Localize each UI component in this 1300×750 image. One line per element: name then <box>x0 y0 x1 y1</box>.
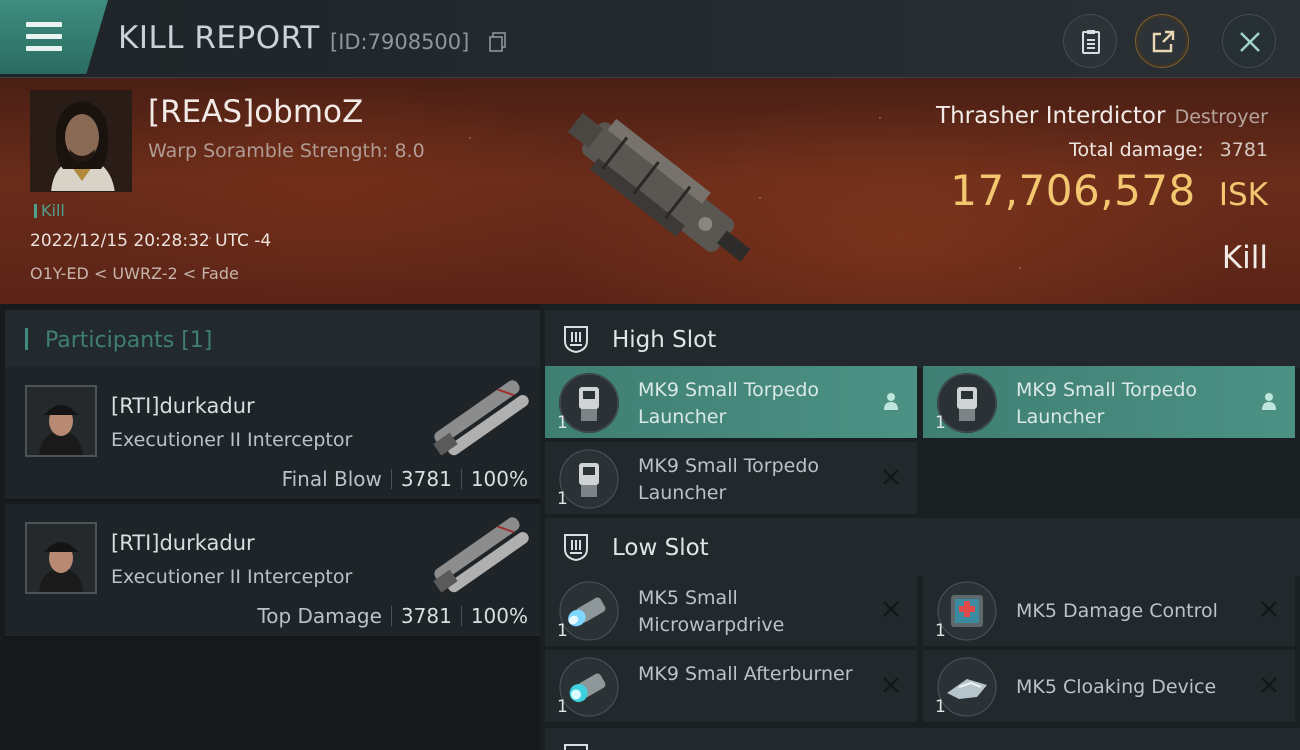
close-button[interactable] <box>1222 14 1276 68</box>
clipboard-icon <box>1082 30 1100 54</box>
module-card[interactable]: 1 MK5 Damage Control <box>923 574 1295 646</box>
isk-unit: ISK <box>1218 177 1268 213</box>
participant-role: Top Damage <box>257 604 382 628</box>
afterburner-icon <box>559 657 619 717</box>
top-bar: KILL REPORT [ID:7908500] <box>0 0 1300 78</box>
module-quantity: 1 <box>557 697 568 717</box>
clipboard-button[interactable] <box>1063 14 1117 68</box>
victim-subtitle: Warp Soramble Strength: 8.0 <box>148 140 425 162</box>
module-quantity: 1 <box>935 621 946 641</box>
module-quantity: 1 <box>557 489 568 509</box>
module-name: MK9 Small Torpedo Launcher <box>638 379 820 428</box>
module-quantity: 1 <box>557 621 568 641</box>
participant-avatar <box>25 522 97 594</box>
close-icon <box>883 677 899 693</box>
torpedo-launcher-icon <box>559 373 619 433</box>
share-button[interactable] <box>1135 14 1189 68</box>
module-name: MK9 Small Torpedo Launcher <box>638 455 820 504</box>
participants-title: Participants [1] <box>45 328 213 353</box>
participant-ship-image <box>433 380 529 456</box>
participants-panel: Participants [1] [RTI]durkadur Execution… <box>0 304 540 750</box>
participant-avatar <box>25 385 97 457</box>
module-name: MK5 Damage Control <box>1016 600 1218 622</box>
person-icon <box>1262 393 1276 410</box>
participant-ship-image <box>433 517 529 593</box>
ship-class: Destroyer <box>1174 106 1268 128</box>
participant-ship: Executioner II Interceptor <box>111 566 353 588</box>
module-card[interactable]: 1 MK9 Small Torpedo Launcher <box>923 366 1295 438</box>
participant-ship: Executioner II Interceptor <box>111 429 353 451</box>
copy-icon[interactable] <box>489 32 507 52</box>
slot-shield-icon <box>564 534 588 562</box>
module-quantity: 1 <box>935 413 946 433</box>
participant-role: Final Blow <box>281 467 382 491</box>
module-name: MK9 Small Afterburner <box>638 663 853 685</box>
low-slot-header: Low Slot <box>545 518 1300 576</box>
slot-shield-icon <box>564 744 588 750</box>
person-icon <box>884 393 898 410</box>
kill-location[interactable]: O1Y-ED < UWRZ-2 < Fade <box>30 264 239 283</box>
module-name: MK9 Small Torpedo Launcher <box>1016 379 1198 428</box>
module-card[interactable]: 1 MK9 Small Torpedo Launcher <box>545 442 917 514</box>
close-icon <box>883 601 899 617</box>
module-name: MK5 Cloaking Device <box>1016 676 1217 698</box>
high-slot-header: High Slot <box>545 310 1300 368</box>
portrait-image <box>31 91 131 191</box>
cloaking-device-icon <box>937 657 997 717</box>
total-damage-label: Total damage: <box>1069 139 1204 161</box>
kill-tag: Kill <box>34 201 65 220</box>
microwarpdrive-icon <box>559 581 619 641</box>
module-quantity: 1 <box>557 413 568 433</box>
participant-damage: 3781 <box>400 604 452 628</box>
participant-percent: 100% <box>470 467 528 491</box>
module-card[interactable]: 1 MK5 Small Microwarpdrive <box>545 574 917 646</box>
fitting-panel: High Slot 1 MK9 Small Torpedo Launcher 1… <box>540 304 1300 750</box>
share-icon <box>1152 30 1175 53</box>
ship-name[interactable]: Thrasher Interdictor <box>936 103 1165 129</box>
report-id: [ID:7908500] <box>330 30 470 54</box>
module-name: MK5 Small Microwarpdrive <box>638 587 785 636</box>
page-title: KILL REPORT <box>118 20 320 56</box>
module-quantity: 1 <box>935 697 946 717</box>
slot-shield-icon <box>564 326 588 354</box>
next-slot-header <box>545 728 1300 750</box>
low-slot-title: Low Slot <box>612 535 709 561</box>
participant-row[interactable]: [RTI]durkadur Executioner II Interceptor… <box>5 504 540 638</box>
damage-control-icon <box>937 581 997 641</box>
participants-header: Participants [1] <box>5 310 540 368</box>
participant-percent: 100% <box>470 604 528 628</box>
victim-name[interactable]: [REAS]obmoZ <box>148 94 363 130</box>
participant-name: [RTI]durkadur <box>111 531 255 555</box>
module-card[interactable]: 1 MK9 Small Afterburner <box>545 650 917 722</box>
victim-banner: [REAS]obmoZ Warp Soramble Strength: 8.0 … <box>0 78 1300 304</box>
torpedo-launcher-icon <box>937 373 997 433</box>
torpedo-launcher-icon <box>559 449 619 509</box>
close-icon <box>1240 32 1260 52</box>
hamburger-menu-icon <box>26 22 62 58</box>
result-label: Kill <box>1221 240 1268 276</box>
close-icon <box>883 469 899 485</box>
high-slot-title: High Slot <box>612 327 717 353</box>
module-card[interactable]: 1 MK5 Cloaking Device <box>923 650 1295 722</box>
victim-ship-image[interactable] <box>540 86 770 296</box>
close-icon <box>1261 601 1277 617</box>
victim-avatar[interactable] <box>30 90 132 192</box>
close-icon <box>1261 677 1277 693</box>
isk-value: 17,706,578 <box>950 166 1196 215</box>
participant-row[interactable]: [RTI]durkadur Executioner II Interceptor… <box>5 367 540 501</box>
participant-damage: 3781 <box>400 467 452 491</box>
menu-button[interactable] <box>0 0 108 74</box>
total-damage-value: 3781 <box>1219 139 1268 161</box>
kill-datetime: 2022/12/15 20:28:32 UTC -4 <box>30 231 272 251</box>
participant-name: [RTI]durkadur <box>111 394 255 418</box>
module-card[interactable]: 1 MK9 Small Torpedo Launcher <box>545 366 917 438</box>
